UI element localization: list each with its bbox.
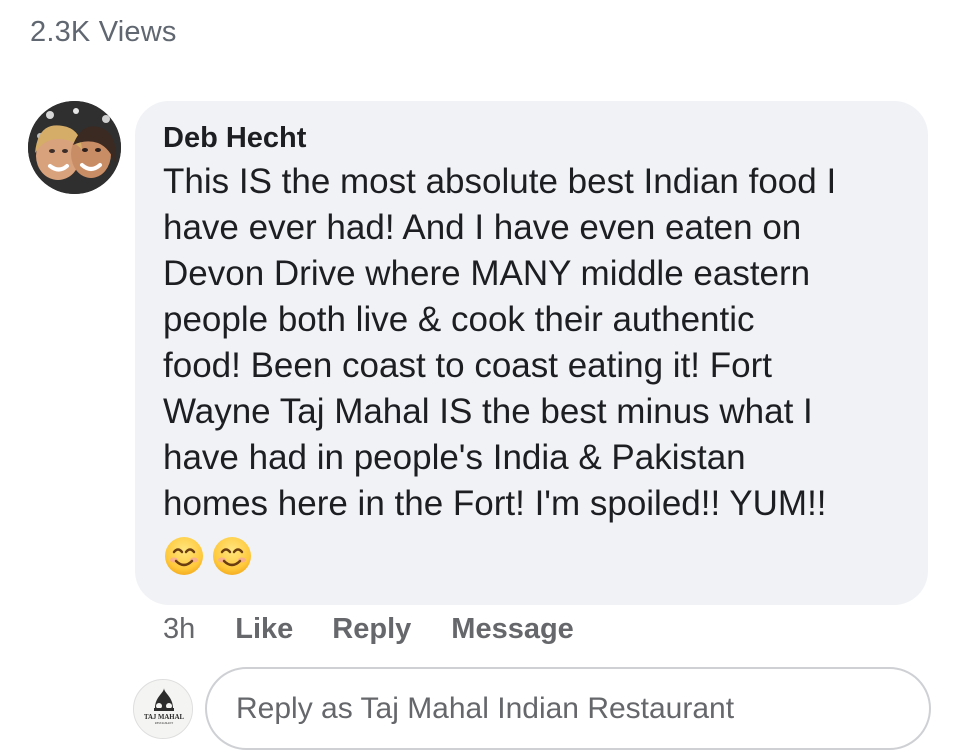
like-button[interactable]: Like <box>235 609 293 649</box>
smiling-face-icon <box>213 537 251 575</box>
reply-input[interactable] <box>234 690 929 727</box>
views-count: 2.3K Views <box>30 16 177 48</box>
logo-subtext: RESTAURANT <box>155 722 174 725</box>
smiling-face-icon <box>165 537 203 575</box>
logo-wordmark: TAJ MAHAL <box>144 714 185 721</box>
comment-text: This IS the most absolute best Indian fo… <box>163 162 837 523</box>
taj-mahal-logo-icon: TAJ MAHAL RESTAURANT <box>134 680 192 738</box>
page-avatar: TAJ MAHAL RESTAURANT <box>133 679 193 739</box>
comment-author-name[interactable]: Deb Hecht <box>163 119 900 157</box>
reply-box[interactable] <box>205 667 931 750</box>
comment-emojis <box>163 535 900 577</box>
user-photo-avatar-icon <box>28 101 121 194</box>
reply-button[interactable]: Reply <box>332 609 411 649</box>
comment-author-avatar[interactable] <box>28 101 121 194</box>
comment-timestamp[interactable]: 3h <box>163 609 195 649</box>
comment-actions: 3h Like Reply Message <box>163 609 574 649</box>
comment-bubble: Deb Hecht This IS the most absolute best… <box>135 101 928 605</box>
message-button[interactable]: Message <box>451 609 574 649</box>
